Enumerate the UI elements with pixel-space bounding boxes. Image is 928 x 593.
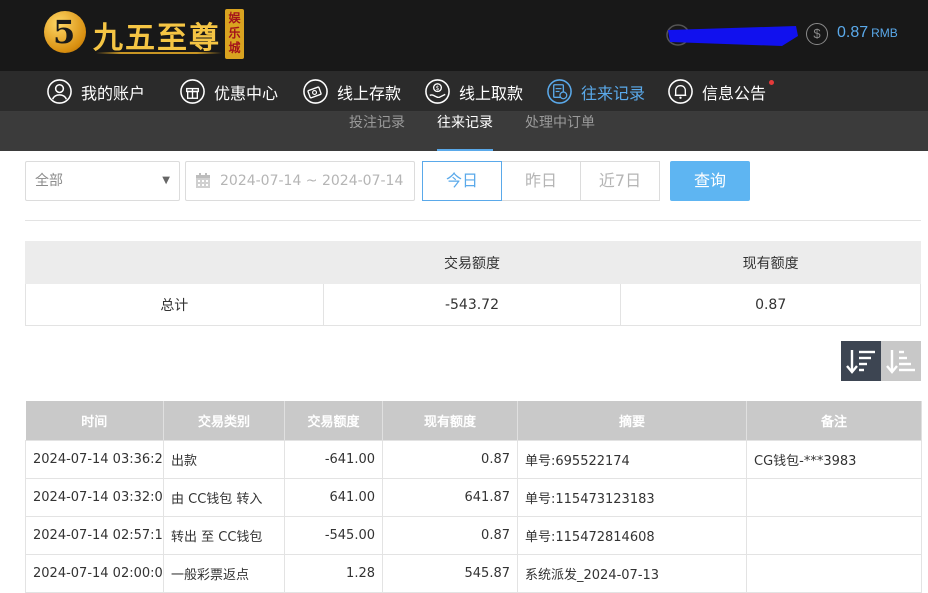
top-header: 5 九五至尊 娱乐城 $ 0.87 RMB xyxy=(0,0,928,71)
dollar-coin-icon: $ xyxy=(806,23,828,45)
deposit-icon xyxy=(303,79,328,104)
balance-value: 0.87 xyxy=(837,24,869,41)
cell-remark xyxy=(746,477,922,517)
tab-pending-orders[interactable]: 处理中订单 xyxy=(525,112,595,151)
nav-label: 我的账户 xyxy=(81,83,146,103)
cell-summary: 系统派发_2024-07-13 xyxy=(517,553,747,593)
column-header: 交易类别 xyxy=(163,401,285,440)
summary-total-row: 总计 -543.72 0.87 xyxy=(25,283,921,326)
cell-type: 出款 xyxy=(163,439,285,479)
site-logo[interactable]: 5 九五至尊 娱乐城 xyxy=(44,9,244,59)
column-header: 备注 xyxy=(746,401,922,440)
gift-icon xyxy=(180,79,205,104)
search-button[interactable]: 查询 xyxy=(670,161,750,201)
summary-header: 现有额度 xyxy=(620,241,921,284)
nav-item-deposit[interactable]: 线上存款 xyxy=(302,71,401,112)
column-header: 摘要 xyxy=(517,401,747,440)
cell-balance: 0.87 xyxy=(382,515,518,555)
nav-label: 优惠中心 xyxy=(214,83,279,103)
cell-amount: -641.00 xyxy=(284,439,383,479)
cell-balance: 0.87 xyxy=(382,439,518,479)
cell-amount: -545.00 xyxy=(284,515,383,555)
date-range-value: 2024-07-14 ~ 2024-07-14 xyxy=(220,173,404,189)
withdraw-icon: $ xyxy=(425,79,450,104)
table-row: 2024-07-14 02:00:03 一般彩票返点 1.28 545.87 系… xyxy=(25,553,922,593)
summary-table: 交易额度 现有额度 总计 -543.72 0.87 xyxy=(25,241,921,326)
today-button[interactable]: 今日 xyxy=(422,161,502,201)
cell-remark: CG钱包-***3983 xyxy=(746,439,922,479)
summary-header-row: 交易额度 现有额度 xyxy=(25,241,921,284)
user-icon xyxy=(47,79,72,104)
tab-transaction-records[interactable]: 往来记录 xyxy=(437,112,493,151)
logo-underline xyxy=(96,52,222,54)
cell-balance: 545.87 xyxy=(382,553,518,593)
svg-text:$: $ xyxy=(436,86,440,92)
notification-dot xyxy=(769,80,775,85)
calendar-icon xyxy=(196,173,210,188)
summary-header: 交易额度 xyxy=(322,241,622,284)
summary-cell: 总计 xyxy=(25,283,324,326)
records-icon xyxy=(547,79,572,104)
cell-time: 2024-07-14 03:32:01 xyxy=(25,477,164,517)
cell-type: 转出 至 CC钱包 xyxy=(163,515,285,555)
nav-label: 信息公告 xyxy=(702,83,767,103)
sub-nav: 投注记录 往来记录 处理中订单 xyxy=(0,112,928,151)
balance-display: 0.87 RMB xyxy=(837,24,898,42)
summary-header xyxy=(25,241,324,284)
summary-cell: -543.72 xyxy=(322,283,622,326)
select-value: 全部 xyxy=(35,173,63,189)
sort-asc-icon xyxy=(886,350,915,374)
logo-mark: 5 xyxy=(44,11,86,53)
table-row: 2024-07-14 03:36:28 出款 -641.00 0.87 单号:6… xyxy=(25,439,922,479)
records-header-row: 时间 交易类别 交易额度 现有额度 摘要 备注 xyxy=(25,401,922,440)
column-header: 现有额度 xyxy=(382,401,518,440)
cell-amount: 1.28 xyxy=(284,553,383,593)
nav-label: 线上存款 xyxy=(337,83,402,103)
table-row: 2024-07-14 03:32:01 由 CC钱包 转入 641.00 641… xyxy=(25,477,922,517)
tab-bet-records[interactable]: 投注记录 xyxy=(349,112,405,151)
logo-text: 九五至尊 xyxy=(93,21,221,56)
nav-item-transaction-records[interactable]: 往来记录 xyxy=(546,71,645,112)
balance-unit: RMB xyxy=(871,26,898,40)
main-nav: 我的账户 优惠中心 线上存款 $ 线上取款 往来记录 信息公告 xyxy=(0,71,928,112)
column-header: 交易额度 xyxy=(284,401,383,440)
sort-desc-button[interactable] xyxy=(841,341,881,381)
records-table: 时间 交易类别 交易额度 现有额度 摘要 备注 2024-07-14 03:36… xyxy=(25,401,922,593)
cell-type: 由 CC钱包 转入 xyxy=(163,477,285,517)
transaction-type-select[interactable]: 全部 ▼ xyxy=(25,161,180,201)
nav-label: 线上取款 xyxy=(459,83,524,103)
table-row: 2024-07-14 02:57:14 转出 至 CC钱包 -545.00 0.… xyxy=(25,515,922,555)
cell-summary: 单号:115473123183 xyxy=(517,477,747,517)
cell-time: 2024-07-14 03:36:28 xyxy=(25,439,164,479)
summary-cell: 0.87 xyxy=(620,283,921,326)
nav-item-withdraw[interactable]: $ 线上取款 xyxy=(424,71,523,112)
nav-item-promotions[interactable]: 优惠中心 xyxy=(179,71,278,112)
column-header: 时间 xyxy=(25,401,164,440)
logo-badge: 娱乐城 xyxy=(225,9,244,59)
caret-down-icon: ▼ xyxy=(162,175,170,186)
date-range-input[interactable]: 2024-07-14 ~ 2024-07-14 xyxy=(185,161,415,201)
cell-type: 一般彩票返点 xyxy=(163,553,285,593)
divider xyxy=(25,220,921,221)
nav-item-my-account[interactable]: 我的账户 xyxy=(46,71,145,112)
cell-summary: 单号:115472814608 xyxy=(517,515,747,555)
last-7-days-button[interactable]: 近7日 xyxy=(580,161,660,201)
sort-desc-icon xyxy=(846,350,875,374)
cell-summary: 单号:695522174 xyxy=(517,439,747,479)
sort-asc-button[interactable] xyxy=(881,341,921,381)
nav-item-announcements[interactable]: 信息公告 xyxy=(667,71,775,112)
redacted-scribble xyxy=(666,24,798,46)
cell-remark xyxy=(746,515,922,555)
cell-remark xyxy=(746,553,922,593)
cell-time: 2024-07-14 02:00:03 xyxy=(25,553,164,593)
cell-balance: 641.87 xyxy=(382,477,518,517)
bell-icon xyxy=(668,79,693,104)
cell-time: 2024-07-14 02:57:14 xyxy=(25,515,164,555)
yesterday-button[interactable]: 昨日 xyxy=(501,161,581,201)
nav-label: 往来记录 xyxy=(581,83,646,103)
cell-amount: 641.00 xyxy=(284,477,383,517)
